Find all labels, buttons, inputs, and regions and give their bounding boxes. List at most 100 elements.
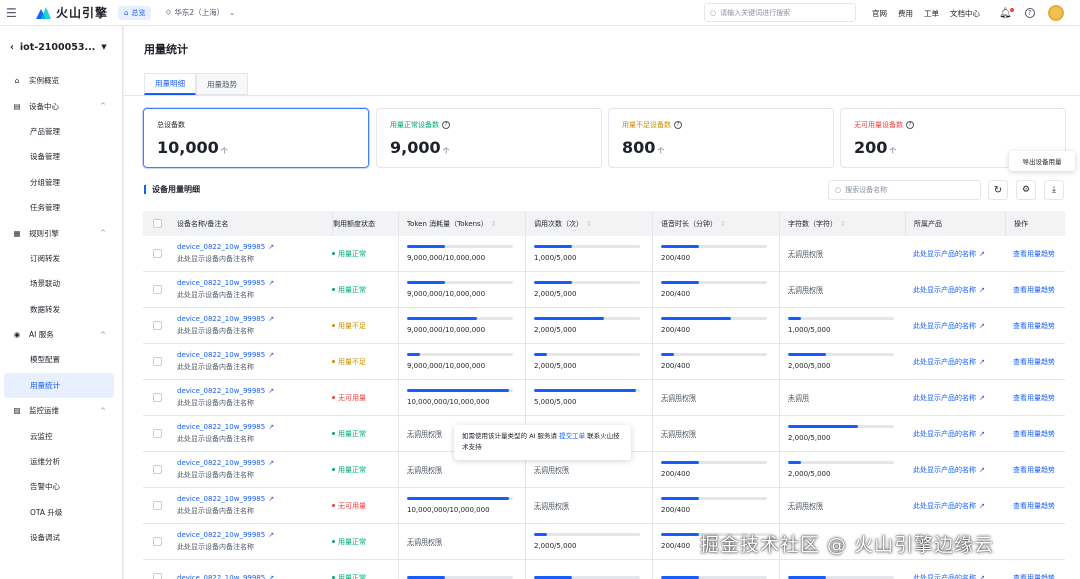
chars-no-permission[interactable]: 未调用 bbox=[788, 393, 905, 403]
sidebar-item-10[interactable]: ◉ AI 服务 ^ bbox=[0, 322, 122, 347]
device-link[interactable]: device_0822_10w_99985 ↗ bbox=[177, 279, 332, 287]
settings-button[interactable]: ⚙ bbox=[1016, 180, 1036, 200]
device-link[interactable]: device_0822_10w_99985 ↗ bbox=[177, 243, 332, 251]
sort-icon[interactable]: ⇕ bbox=[586, 220, 592, 228]
device-link[interactable]: device_0822_10w_99985 ↗ bbox=[177, 423, 332, 431]
product-link[interactable]: 此处显示产品的名称 ↗ bbox=[913, 357, 1005, 367]
sidebar-item-0[interactable]: ⌂ 实例概览 bbox=[0, 68, 122, 93]
view-trend-link[interactable]: 查看用量趋势 bbox=[1013, 573, 1065, 579]
sidebar-item-2[interactable]: 产品管理 bbox=[0, 119, 122, 144]
view-trend-link[interactable]: 查看用量趋势 bbox=[1013, 465, 1065, 475]
help-icon[interactable]: ? bbox=[674, 121, 682, 129]
stat-card-insufficient[interactable]: 用量不足设备数? 800 个 bbox=[608, 108, 834, 168]
header-voice[interactable]: 语音时长（分钟） ⇕ bbox=[652, 211, 779, 236]
sidebar-item-4[interactable]: 分组管理 bbox=[0, 170, 122, 195]
row-checkbox[interactable] bbox=[153, 501, 162, 510]
stat-card-normal[interactable]: 用量正常设备数? 9,000 个 bbox=[376, 108, 602, 168]
device-link[interactable]: device_0822_10w_99985 ↗ bbox=[177, 351, 332, 359]
tab-usage-detail[interactable]: 用量明细 bbox=[144, 73, 196, 95]
menu-icon[interactable]: ☰ bbox=[6, 6, 22, 20]
sidebar-item-13[interactable]: ▨ 监控运维 ^ bbox=[0, 398, 122, 423]
help-icon[interactable]: ? bbox=[442, 121, 450, 129]
chars-no-permission[interactable]: 无调用权限 bbox=[788, 501, 905, 511]
sidebar-item-16[interactable]: 告警中心 bbox=[0, 474, 122, 499]
export-button[interactable]: ⤓ bbox=[1044, 180, 1064, 200]
link-official-site[interactable]: 官网 bbox=[872, 8, 887, 19]
view-trend-link[interactable]: 查看用量趋势 bbox=[1013, 393, 1065, 403]
sidebar-item-1[interactable]: ▤ 设备中心 ^ bbox=[0, 93, 122, 118]
voice-no-permission[interactable]: 无调用权限 bbox=[661, 429, 779, 439]
sidebar-item-18[interactable]: 设备调试 bbox=[0, 525, 122, 550]
sidebar-item-9[interactable]: 数据转发 bbox=[0, 297, 122, 322]
row-checkbox[interactable] bbox=[153, 573, 162, 579]
chars-no-permission[interactable]: 无调用权限 bbox=[788, 249, 905, 259]
sidebar-item-5[interactable]: 任务管理 bbox=[0, 195, 122, 220]
token-no-permission[interactable]: 无调用权限 bbox=[407, 537, 525, 547]
sidebar-item-12[interactable]: 用量统计 bbox=[4, 372, 114, 399]
tab-usage-trend[interactable]: 用量趋势 bbox=[196, 73, 248, 95]
sidebar-item-3[interactable]: 设备管理 bbox=[0, 144, 122, 169]
submit-ticket-link[interactable]: 提交工单 bbox=[559, 432, 585, 440]
product-link[interactable]: 此处显示产品的名称 ↗ bbox=[913, 573, 1005, 579]
row-checkbox[interactable] bbox=[153, 429, 162, 438]
sort-icon[interactable]: ⇕ bbox=[491, 220, 497, 228]
sidebar-item-6[interactable]: ▦ 规则引擎 ^ bbox=[0, 220, 122, 245]
product-link[interactable]: 此处显示产品的名称 ↗ bbox=[913, 393, 1005, 403]
product-link[interactable]: 此处显示产品的名称 ↗ bbox=[913, 465, 1005, 475]
region-selector[interactable]: ⟐ 华东2（上海） ⌄ bbox=[165, 7, 235, 18]
view-trend-link[interactable]: 查看用量趋势 bbox=[1013, 321, 1065, 331]
device-link[interactable]: device_0822_10w_99985 ↗ bbox=[177, 315, 332, 323]
device-link[interactable]: device_0822_10w_99985 ↗ bbox=[177, 574, 332, 579]
device-link[interactable]: device_0822_10w_99985 ↗ bbox=[177, 387, 332, 395]
select-all-checkbox[interactable] bbox=[153, 219, 162, 228]
sidebar-item-11[interactable]: 模型配置 bbox=[0, 347, 122, 372]
link-docs[interactable]: 文档中心 bbox=[950, 8, 980, 19]
view-trend-link[interactable]: 查看用量趋势 bbox=[1013, 357, 1065, 367]
view-trend-link[interactable]: 查看用量趋势 bbox=[1013, 429, 1065, 439]
view-trend-link[interactable]: 查看用量趋势 bbox=[1013, 249, 1065, 259]
project-selector[interactable]: ‹ iot-2100053... ▼ bbox=[0, 26, 122, 68]
link-tickets[interactable]: 工单 bbox=[924, 8, 939, 19]
voice-no-permission[interactable]: 无调用权限 bbox=[661, 393, 779, 403]
header-chars[interactable]: 字符数（字符） ⇕ bbox=[779, 211, 905, 236]
product-link[interactable]: 此处显示产品的名称 ↗ bbox=[913, 501, 1005, 511]
chevron-up-icon[interactable]: ^ bbox=[100, 331, 106, 339]
row-checkbox[interactable] bbox=[153, 357, 162, 366]
chevron-up-icon[interactable]: ^ bbox=[100, 407, 106, 415]
sidebar-item-15[interactable]: 运维分析 bbox=[0, 449, 122, 474]
calls-no-permission[interactable]: 无调用权限 bbox=[534, 465, 652, 475]
sidebar-item-14[interactable]: 云监控 bbox=[0, 423, 122, 448]
help-icon[interactable]: ? bbox=[1024, 8, 1035, 18]
device-link[interactable]: device_0822_10w_99985 ↗ bbox=[177, 531, 332, 539]
row-checkbox[interactable] bbox=[153, 393, 162, 402]
row-checkbox[interactable] bbox=[153, 321, 162, 330]
home-button[interactable]: ⌂ 总览 bbox=[118, 5, 152, 20]
product-link[interactable]: 此处显示产品的名称 ↗ bbox=[913, 321, 1005, 331]
global-search-input[interactable]: ○ 请输入关键词进行搜索 bbox=[704, 3, 856, 22]
chars-no-permission[interactable]: 无调用权限 bbox=[788, 285, 905, 295]
calls-no-permission[interactable]: 无调用权限 bbox=[534, 501, 652, 511]
refresh-button[interactable]: ↻ bbox=[988, 180, 1008, 200]
device-search-input[interactable]: ○ 搜索设备名称 bbox=[828, 180, 981, 200]
product-link[interactable]: 此处显示产品的名称 ↗ bbox=[913, 249, 1005, 259]
row-checkbox[interactable] bbox=[153, 285, 162, 294]
sidebar-item-8[interactable]: 场景联动 bbox=[0, 271, 122, 296]
row-checkbox[interactable] bbox=[153, 249, 162, 258]
row-checkbox[interactable] bbox=[153, 537, 162, 546]
view-trend-link[interactable]: 查看用量趋势 bbox=[1013, 501, 1065, 511]
product-link[interactable]: 此处显示产品的名称 ↗ bbox=[913, 429, 1005, 439]
brand-logo[interactable]: 火山引擎 bbox=[36, 4, 108, 21]
help-icon[interactable]: ? bbox=[906, 121, 914, 129]
stat-card-total[interactable]: 总设备数 10,000 个 bbox=[143, 108, 369, 168]
sidebar-item-17[interactable]: OTA 升级 bbox=[0, 500, 122, 525]
sort-icon[interactable]: ⇕ bbox=[720, 220, 726, 228]
view-trend-link[interactable]: 查看用量趋势 bbox=[1013, 285, 1065, 295]
device-link[interactable]: device_0822_10w_99985 ↗ bbox=[177, 459, 332, 467]
chevron-up-icon[interactable]: ^ bbox=[100, 102, 106, 110]
sidebar-item-7[interactable]: 订阅转发 bbox=[0, 246, 122, 271]
sort-icon[interactable]: ⇕ bbox=[840, 220, 846, 228]
token-no-permission[interactable]: 无调用权限 bbox=[407, 465, 525, 475]
back-icon[interactable]: ‹ bbox=[10, 42, 14, 53]
product-link[interactable]: 此处显示产品的名称 ↗ bbox=[913, 285, 1005, 295]
device-link[interactable]: device_0822_10w_99985 ↗ bbox=[177, 495, 332, 503]
